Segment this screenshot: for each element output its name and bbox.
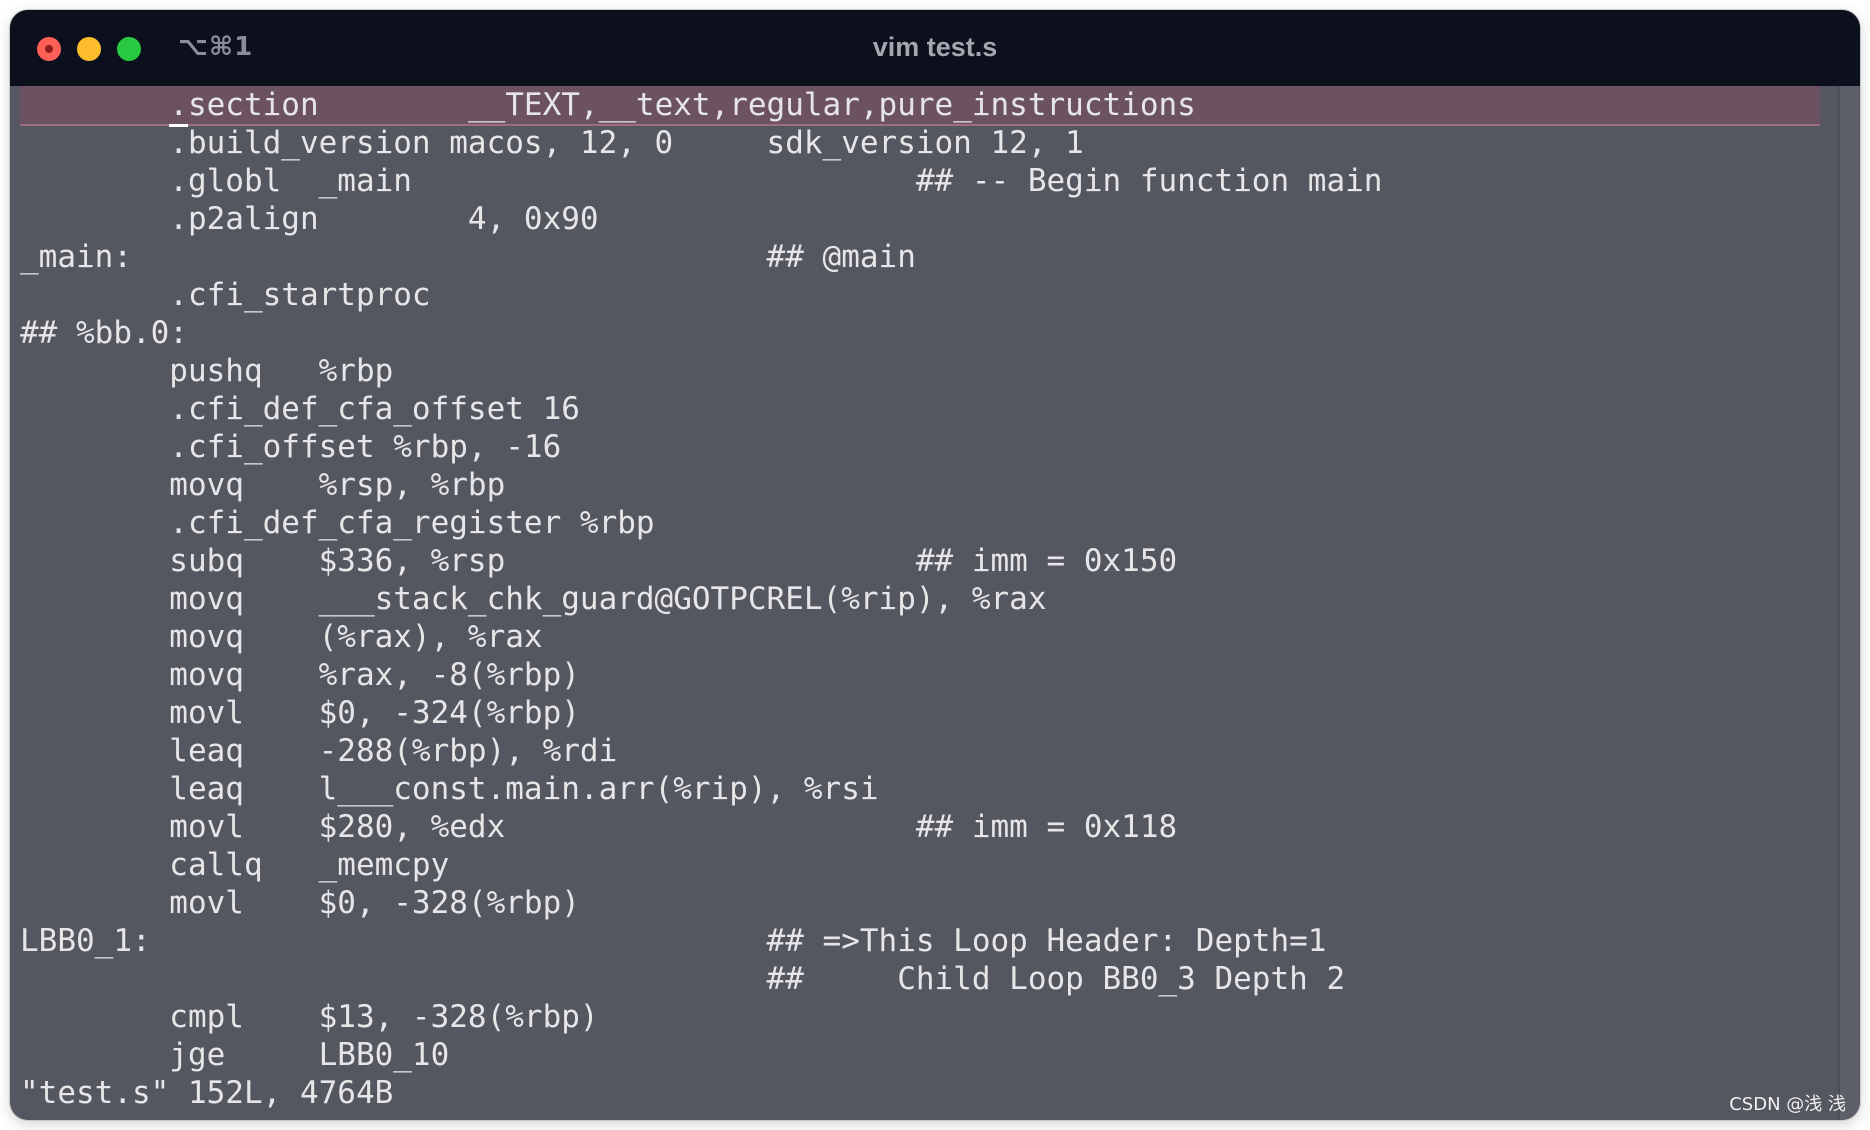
code-line[interactable]: ## %bb.0: [20,314,188,352]
code-line[interactable]: subq $336, %rsp ## imm = 0x150 [20,542,1177,580]
code-line[interactable]: .build_version macos, 12, 0 sdk_version … [20,124,1084,162]
code-line[interactable]: .cfi_offset %rbp, -16 [20,428,561,466]
vim-status-line: "test.s" 152L, 4764B [20,1075,394,1111]
code-line-indent [20,87,169,123]
code-line[interactable]: pushq %rbp [20,352,393,390]
code-line[interactable]: .cfi_startproc [20,276,430,314]
vim-editor[interactable]: .section __TEXT,__text,regular,pure_inst… [10,86,1840,1120]
window-title: vim test.s [872,32,998,62]
code-line[interactable]: jge LBB0_10 [20,1036,449,1074]
watermark: CSDN @浅 浅 [1729,1094,1846,1115]
text-cursor: . [169,86,188,127]
code-line[interactable]: leaq l___const.main.arr(%rip), %rsi [20,770,878,808]
code-line[interactable]: LBB0_1: ## =>This Loop Header: Depth=1 [20,922,1326,960]
code-line[interactable]: movq %rsp, %rbp [20,466,505,504]
code-line[interactable]: cmpl $13, -328(%rbp) [20,998,598,1036]
code-line[interactable]: ## Child Loop BB0_3 Depth 2 [20,960,1346,998]
code-line[interactable]: .cfi_def_cfa_register %rbp [20,504,654,542]
code-line[interactable]: .cfi_def_cfa_offset 16 [20,390,580,428]
code-line-current[interactable]: .section __TEXT,__text,regular,pure_inst… [20,86,1820,127]
code-line[interactable]: .p2align 4, 0x90 [20,200,598,238]
terminal-window: ⌥⌘1 vim test.s .section __TEXT,__text,re… [10,10,1860,1120]
code-line[interactable]: movq (%rax), %rax [20,618,542,656]
code-line[interactable]: movq %rax, -8(%rbp) [20,656,580,694]
code-line[interactable]: movq ___stack_chk_guard@GOTPCREL(%rip), … [20,580,1046,618]
code-line[interactable]: movl $0, -324(%rbp) [20,694,580,732]
code-line-rest: section __TEXT,__text,regular,pure_instr… [187,87,1196,123]
title-bar: ⌥⌘1 vim test.s [10,10,1860,86]
code-line[interactable]: movl $0, -328(%rbp) [20,884,580,922]
code-line[interactable]: .globl _main ## -- Begin function main [20,162,1382,200]
scrollbar[interactable] [1838,86,1860,1120]
code-line[interactable]: _main: ## @main [20,238,916,276]
code-line[interactable]: movl $280, %edx ## imm = 0x118 [20,808,1177,846]
code-line[interactable]: callq _memcpy [20,846,449,884]
code-line[interactable]: leaq -288(%rbp), %rdi [20,732,617,770]
